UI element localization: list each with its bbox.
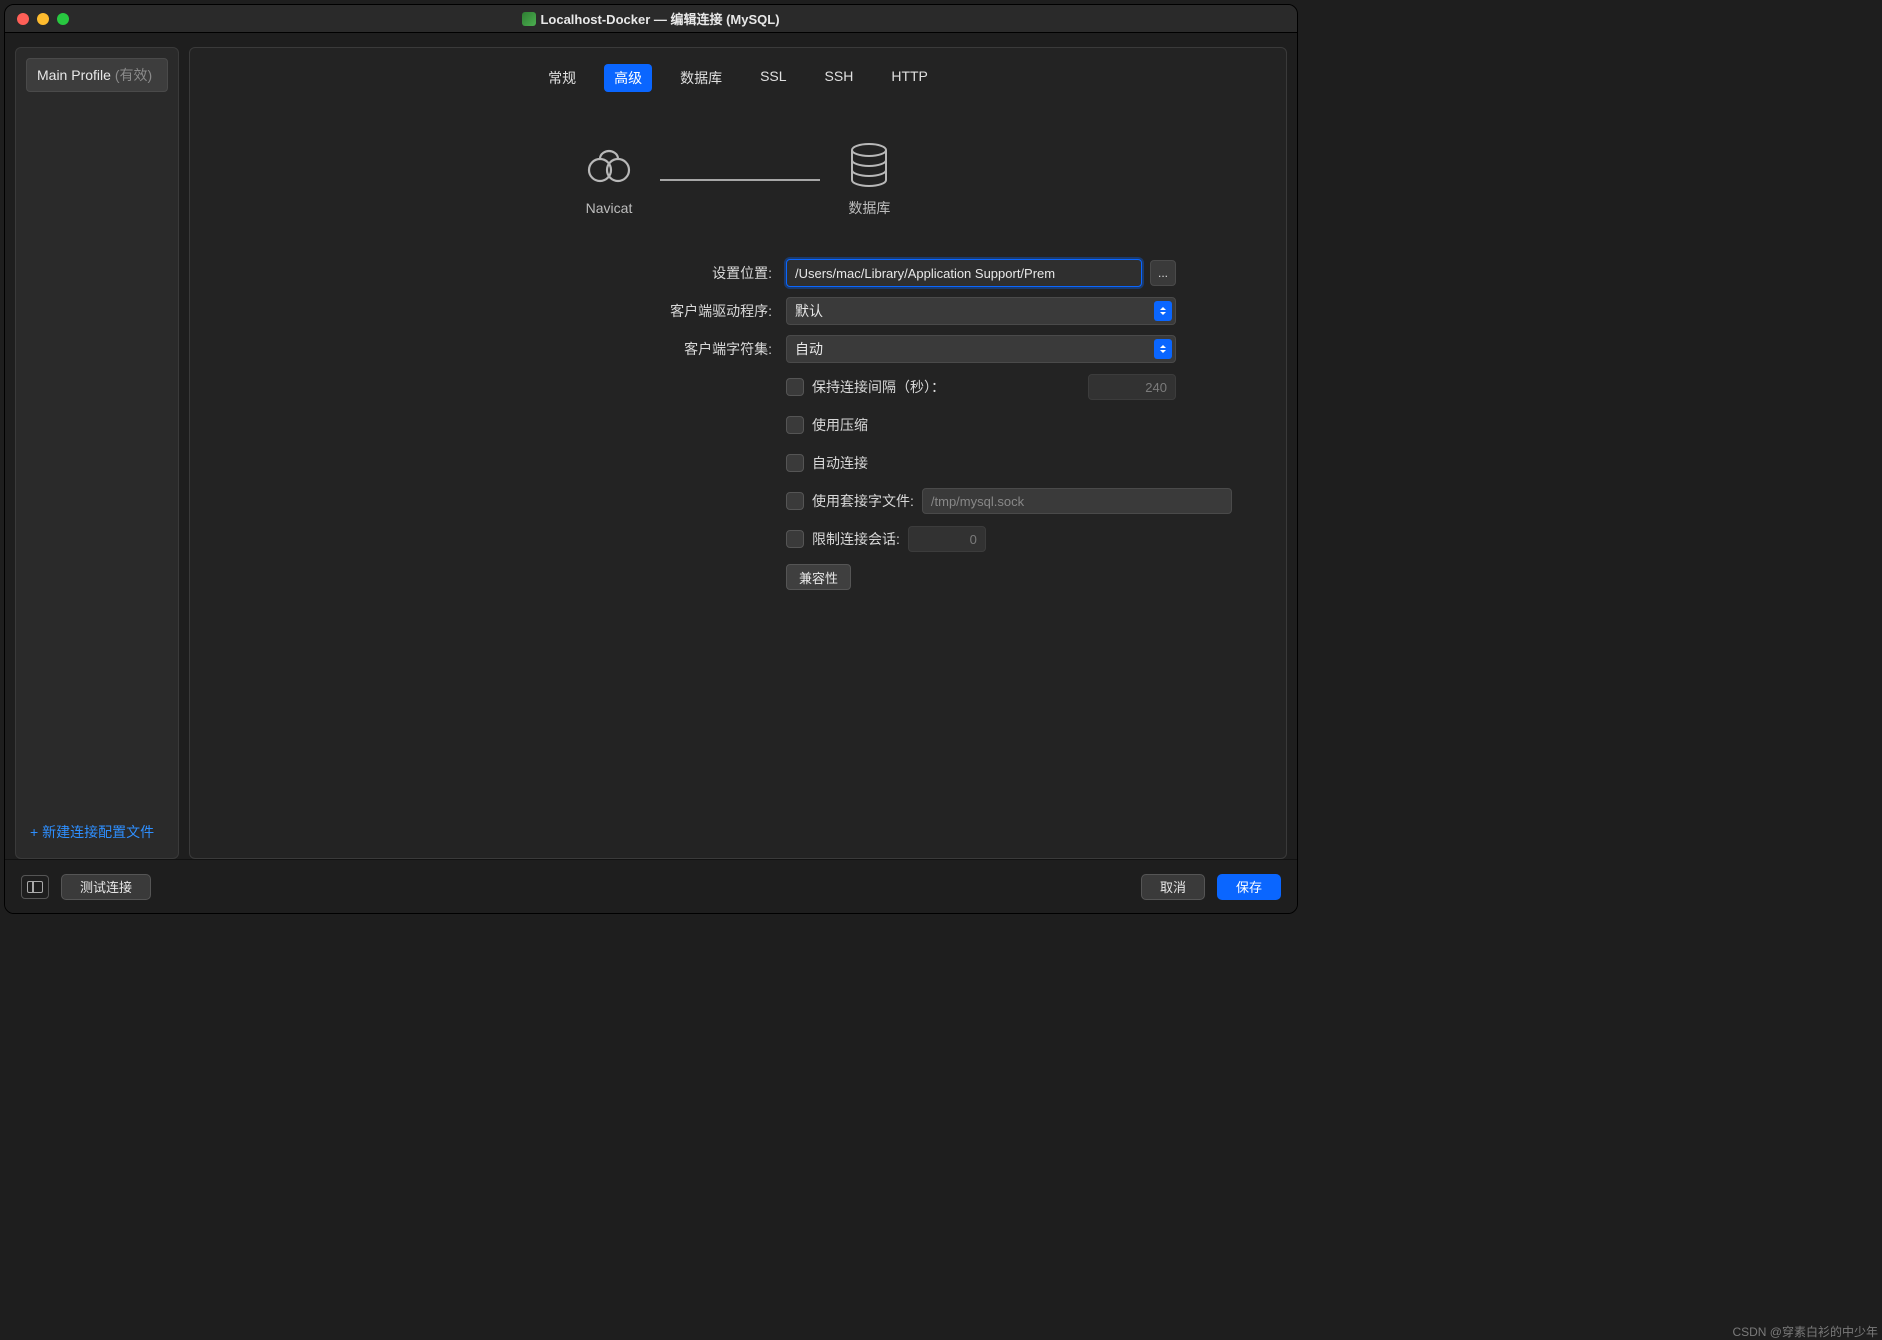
autoconnect-label: 自动连接 <box>812 453 868 473</box>
autoconnect-checkbox[interactable] <box>786 454 804 472</box>
compression-checkbox[interactable] <box>786 416 804 434</box>
client-charset-select[interactable]: 自动 <box>786 335 1176 363</box>
test-connection-button[interactable]: 测试连接 <box>61 874 151 900</box>
main-panel: 常规 高级 数据库 SSL SSH HTTP Navicat <box>189 47 1287 859</box>
connection-line-icon <box>660 179 820 181</box>
socket-label: 使用套接字文件: <box>812 491 914 511</box>
profile-item-main[interactable]: Main Profile (有效) <box>26 58 168 92</box>
content: Main Profile (有效) + 新建连接配置文件 常规 高级 数据库 S… <box>5 33 1297 859</box>
client-driver-select[interactable]: 默认 <box>786 297 1176 325</box>
cancel-button[interactable]: 取消 <box>1141 874 1205 900</box>
footer: 测试连接 取消 保存 <box>5 859 1297 913</box>
chevron-updown-icon <box>1154 301 1172 321</box>
settings-location-label: 设置位置: <box>190 263 786 283</box>
tab-ssh[interactable]: SSH <box>815 64 864 92</box>
window: Localhost-Docker — 编辑连接 (MySQL) Main Pro… <box>4 4 1298 914</box>
panel-icon <box>27 881 43 893</box>
window-title: Localhost-Docker — 编辑连接 (MySQL) <box>5 9 1297 28</box>
watermark: CSDN @穿素白衫的中少年 <box>1732 1323 1878 1340</box>
database-icon <box>848 142 890 188</box>
navicat-icon <box>586 144 632 190</box>
navicat-label: Navicat <box>586 200 633 216</box>
socket-path-input[interactable]: /tmp/mysql.sock <box>922 488 1232 514</box>
database-label: 数据库 <box>848 198 890 218</box>
form: 设置位置: /Users/mac/Library/Application Sup… <box>190 244 1286 616</box>
sidebar-toggle-button[interactable] <box>21 875 49 899</box>
new-profile-button[interactable]: + 新建连接配置文件 <box>26 816 168 848</box>
limit-sessions-label: 限制连接会话: <box>812 529 900 549</box>
compatibility-button[interactable]: 兼容性 <box>786 564 851 590</box>
settings-location-input[interactable]: /Users/mac/Library/Application Support/P… <box>786 259 1142 287</box>
save-button[interactable]: 保存 <box>1217 874 1281 900</box>
app-icon <box>522 12 536 26</box>
profiles-sidebar: Main Profile (有效) + 新建连接配置文件 <box>15 47 179 859</box>
tab-http[interactable]: HTTP <box>881 64 938 92</box>
profile-name: Main Profile <box>37 67 111 83</box>
profile-status: (有效) <box>115 67 152 83</box>
limit-sessions-input[interactable]: 0 <box>908 526 986 552</box>
socket-checkbox[interactable] <box>786 492 804 510</box>
limit-sessions-checkbox[interactable] <box>786 530 804 548</box>
tab-ssl[interactable]: SSL <box>750 64 796 92</box>
client-charset-label: 客户端字符集: <box>190 339 786 359</box>
chevron-updown-icon <box>1154 339 1172 359</box>
keepalive-label: 保持连接间隔（秒）： <box>812 377 945 397</box>
keepalive-input[interactable]: 240 <box>1088 374 1176 400</box>
database-node: 数据库 <box>848 142 890 218</box>
tab-databases[interactable]: 数据库 <box>670 64 732 92</box>
keepalive-checkbox[interactable] <box>786 378 804 396</box>
connection-graphic: Navicat 数据库 <box>190 112 1286 244</box>
compression-label: 使用压缩 <box>812 415 868 435</box>
navicat-node: Navicat <box>586 144 633 216</box>
tab-advanced[interactable]: 高级 <box>604 64 652 92</box>
titlebar: Localhost-Docker — 编辑连接 (MySQL) <box>5 5 1297 33</box>
tab-general[interactable]: 常规 <box>538 64 586 92</box>
client-driver-label: 客户端驱动程序: <box>190 301 786 321</box>
browse-button[interactable]: ... <box>1150 260 1176 286</box>
tabs: 常规 高级 数据库 SSL SSH HTTP <box>190 48 1286 112</box>
